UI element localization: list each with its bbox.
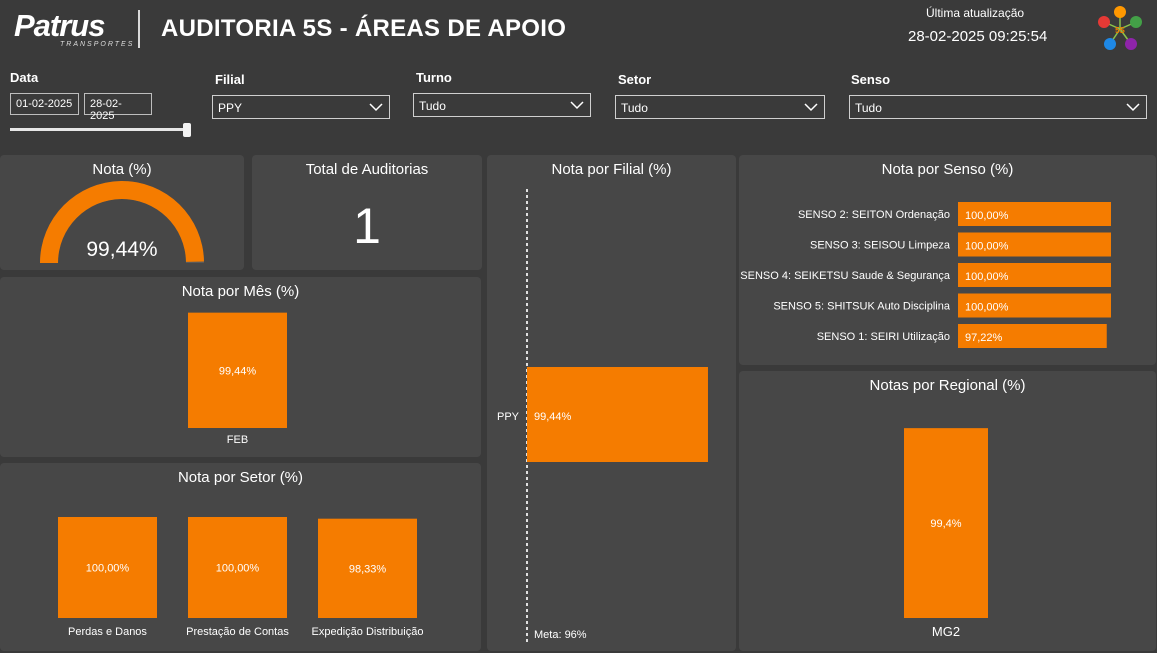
bar-data-label: 100,00%: [86, 563, 130, 575]
bar-data-label: 99,4%: [930, 518, 961, 530]
category-label: Prestação de Contas: [186, 626, 289, 638]
nota-gauge: 99,44%: [40, 181, 204, 263]
logo-wordmark: Patrus: [14, 8, 105, 43]
5s-badge-text: 5S: [1115, 26, 1125, 35]
notas-por-regional-card[interactable]: Notas por Regional (%) 99,4% MG2: [739, 371, 1156, 651]
filial-dropdown-value: PPY: [218, 101, 243, 115]
page-title: AUDITORIA 5S - ÁREAS DE APOIO: [161, 15, 567, 42]
bar-data-label: 97,22%: [965, 332, 1003, 344]
turno-dropdown[interactable]: Tudo: [413, 93, 591, 117]
category-label: PPY: [497, 411, 520, 423]
patrus-logo: Patrus TRANSPORTES: [14, 8, 132, 50]
category-label: SENSO 2: SEITON Ordenação: [798, 209, 950, 221]
filter-setor-label: Setor: [618, 72, 652, 87]
nota-por-filial-chart: Meta: 96% 99,44% PPY: [497, 189, 708, 643]
header-bar: Patrus TRANSPORTES AUDITORIA 5S - ÁREAS …: [0, 0, 1157, 60]
filter-senso: Senso: [851, 72, 890, 90]
nota-card[interactable]: Nota (%) 99,44%: [0, 155, 244, 270]
category-label: SENSO 5: SHITSUK Auto Disciplina: [773, 301, 951, 313]
total-auditorias-card[interactable]: Total de Auditorias 1: [252, 155, 482, 270]
last-update-label: Última atualização: [926, 6, 1025, 20]
filter-turno-label: Turno: [416, 70, 452, 85]
setor-dropdown[interactable]: Tudo: [615, 95, 825, 119]
chevron-down-icon: [570, 101, 584, 110]
nota-por-setor-card[interactable]: Nota por Setor (%) 100,00% Perdas e Danos…: [0, 463, 481, 651]
nota-por-filial-card[interactable]: Nota por Filial (%) Meta: 96% 99,44% PPY: [487, 155, 736, 651]
nota-por-setor-chart: 100,00% Perdas e Danos 100,00% Prestação de…: [58, 517, 424, 638]
total-auditorias-title: Total de Auditorias: [305, 161, 429, 178]
bar-data-label: 98,33%: [349, 563, 387, 575]
header-divider: [138, 10, 140, 48]
category-label: SENSO 1: SEIRI Utilização: [817, 331, 950, 343]
total-auditorias-value: 1: [353, 198, 381, 254]
senso-dropdown[interactable]: Tudo: [849, 95, 1147, 119]
nota-por-mes-card[interactable]: Nota por Mês (%) 99,44% FEB: [0, 277, 481, 457]
date-start-input[interactable]: 01-02-2025: [10, 93, 79, 115]
filter-filial: Filial: [215, 72, 245, 90]
bar-data-label: 99,44%: [219, 365, 257, 377]
category-label: MG2: [932, 624, 960, 639]
nota-por-senso-card[interactable]: Nota por Senso (%) 100,00% SENSO 2: SEITO…: [739, 155, 1156, 365]
turno-dropdown-value: Tudo: [419, 99, 446, 113]
5s-badge-icon: 5S: [1098, 6, 1142, 50]
meta-label: Meta: 96%: [534, 629, 587, 641]
bar-data-label: 99,44%: [534, 411, 572, 423]
category-label: SENSO 3: SEISOU Limpeza: [810, 240, 951, 252]
filter-senso-label: Senso: [851, 72, 891, 87]
bar-data-label: 100,00%: [965, 241, 1009, 253]
bar-data-label: 100,00%: [965, 302, 1009, 314]
nota-value: 99,44%: [86, 238, 157, 261]
date-range-slider[interactable]: [10, 128, 188, 131]
nota-por-senso-chart: 100,00% SENSO 2: SEITON Ordenação 100,00% S…: [740, 202, 1111, 348]
category-label: Expedição Distribuição: [312, 626, 424, 638]
notas-por-regional-chart: 99,4% MG2: [904, 428, 988, 639]
bar-data-label: 100,00%: [965, 271, 1009, 283]
nota-por-mes-chart: 99,44% FEB: [188, 312, 287, 446]
filter-data-label: Data: [10, 70, 39, 85]
category-label: Perdas e Danos: [68, 626, 147, 638]
senso-dropdown-value: Tudo: [855, 101, 882, 115]
filter-data: Data: [10, 70, 38, 88]
filter-setor: Setor: [618, 72, 651, 90]
filter-turno: Turno: [416, 70, 452, 88]
category-label: FEB: [227, 434, 248, 446]
category-label: SENSO 4: SEIKETSU Saude & Segurança: [740, 270, 951, 282]
filial-dropdown[interactable]: PPY: [212, 95, 390, 119]
logo-subtitle: TRANSPORTES: [60, 41, 135, 48]
chevron-down-icon: [369, 103, 383, 112]
date-slider-handle[interactable]: [183, 123, 191, 137]
bar-data-label: 100,00%: [965, 210, 1009, 222]
chevron-down-icon: [1126, 103, 1140, 112]
bar-data-label: 100,00%: [216, 563, 260, 575]
date-end-input[interactable]: 28-02-2025: [84, 93, 152, 122]
filter-filial-label: Filial: [215, 72, 245, 87]
chevron-down-icon: [804, 103, 818, 112]
last-update-value: 28-02-2025 09:25:54: [908, 28, 1048, 45]
setor-dropdown-value: Tudo: [621, 101, 648, 115]
